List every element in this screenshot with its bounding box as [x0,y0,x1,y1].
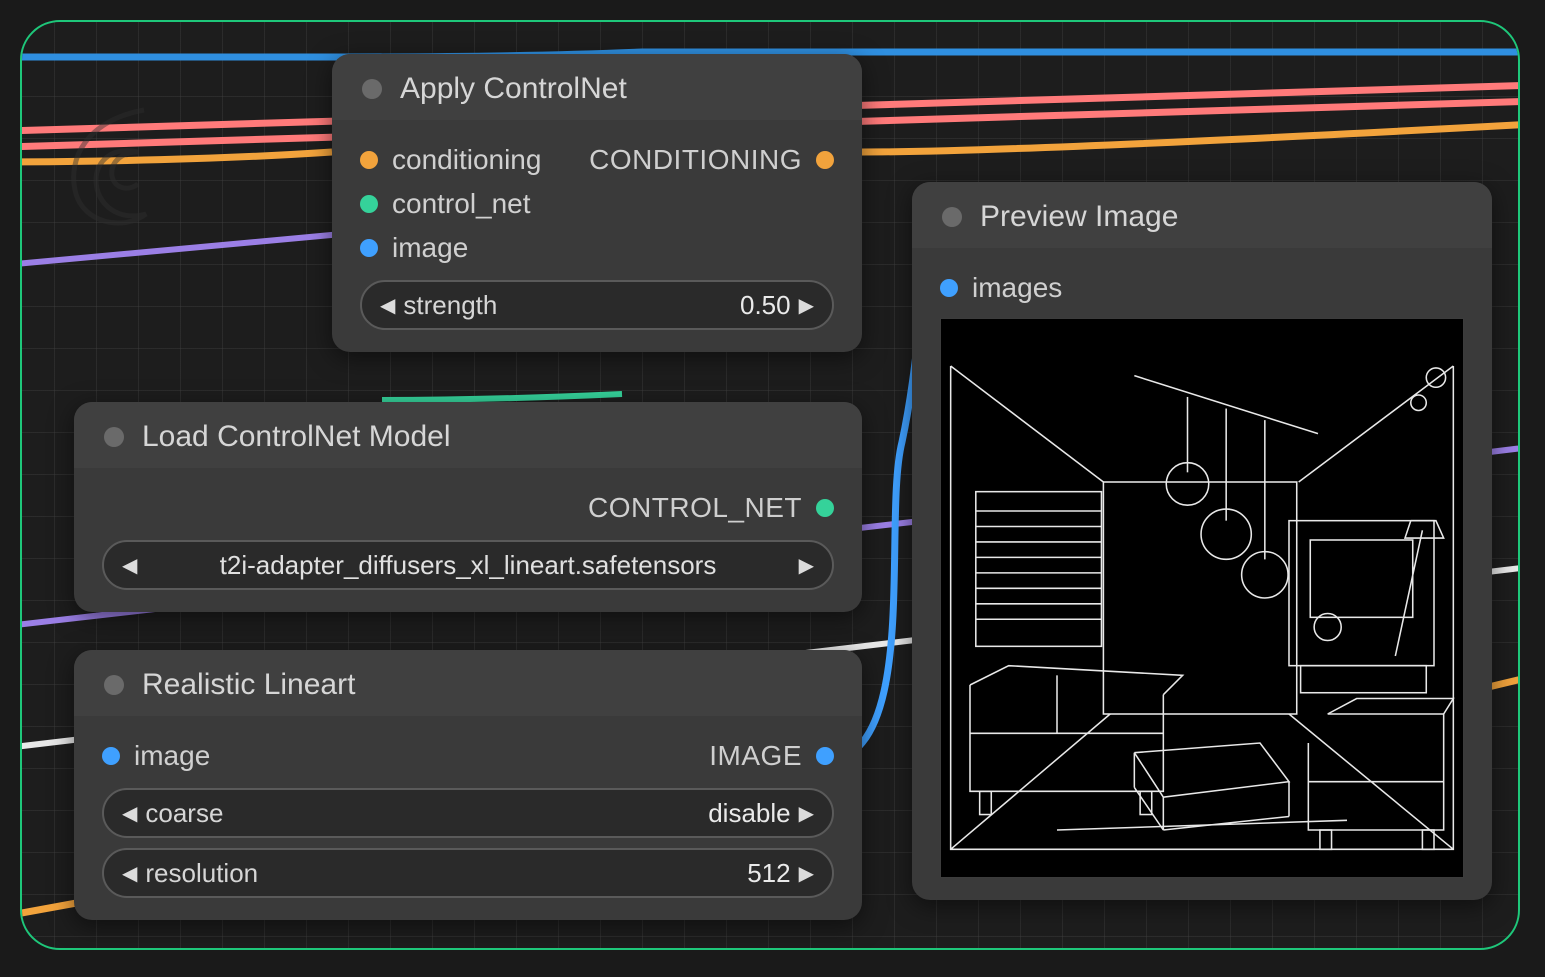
node-header[interactable]: Realistic Lineart [74,650,862,716]
input-port-image[interactable] [360,239,378,257]
node-header[interactable]: Load ControlNet Model [74,402,862,468]
lineart-room-image [941,319,1463,877]
node-preview-image[interactable]: Preview Image images [912,182,1492,900]
chevron-right-icon[interactable]: ▶ [799,861,814,886]
node-title: Preview Image [980,200,1178,234]
widget-label: resolution [145,858,258,889]
collapse-dot-icon[interactable] [104,427,124,447]
input-port-images[interactable] [940,279,958,297]
input-label: images [972,272,1062,304]
widget-value[interactable]: 512 [258,858,790,889]
node-editor-frame: Apply ControlNet conditioning CONDITIONI… [20,20,1520,950]
chevron-right-icon[interactable]: ▶ [799,801,814,826]
node-title: Apply ControlNet [400,72,627,106]
watermark-swirl-icon [48,102,168,242]
input-port-image[interactable] [102,747,120,765]
input-port-control-net[interactable] [360,195,378,213]
widget-label: strength [403,290,497,321]
chevron-left-icon[interactable]: ◀ [122,861,137,886]
chevron-left-icon[interactable]: ◀ [380,293,395,318]
node-header[interactable]: Apply ControlNet [332,54,862,120]
output-label: CONTROL_NET [588,492,802,524]
collapse-dot-icon[interactable] [104,675,124,695]
widget-value[interactable]: disable [223,798,790,829]
node-title: Load ControlNet Model [142,420,451,454]
input-label: image [134,740,210,772]
chevron-left-icon[interactable]: ◀ [122,801,137,826]
output-port-image[interactable] [816,747,834,765]
output-label: CONDITIONING [589,144,802,176]
node-load-controlnet-model[interactable]: Load ControlNet Model CONTROL_NET ◀ t2i-… [74,402,862,612]
output-port-conditioning[interactable] [816,151,834,169]
node-title: Realistic Lineart [142,668,355,702]
widget-coarse[interactable]: ◀ coarse disable ▶ [102,788,834,838]
node-header[interactable]: Preview Image [912,182,1492,248]
collapse-dot-icon[interactable] [362,79,382,99]
input-label: image [392,232,468,264]
widget-value[interactable]: 0.50 [497,290,790,321]
chevron-left-icon[interactable]: ◀ [122,553,137,578]
chevron-right-icon[interactable]: ▶ [799,293,814,318]
preview-image-output[interactable] [940,318,1464,878]
chevron-right-icon[interactable]: ▶ [799,553,814,578]
widget-resolution[interactable]: ◀ resolution 512 ▶ [102,848,834,898]
input-port-conditioning[interactable] [360,151,378,169]
input-label: control_net [392,188,531,220]
collapse-dot-icon[interactable] [942,207,962,227]
widget-model-file[interactable]: ◀ t2i-adapter_diffusers_xl_lineart.safet… [102,540,834,590]
widget-label: coarse [145,798,223,829]
input-label: conditioning [392,144,541,176]
widget-strength[interactable]: ◀ strength 0.50 ▶ [360,280,834,330]
node-apply-controlnet[interactable]: Apply ControlNet conditioning CONDITIONI… [332,54,862,352]
output-label: IMAGE [709,740,802,772]
output-port-control-net[interactable] [816,499,834,517]
node-realistic-lineart[interactable]: Realistic Lineart image IMAGE ◀ coarse d… [74,650,862,920]
widget-value[interactable]: t2i-adapter_diffusers_xl_lineart.safeten… [145,550,790,581]
